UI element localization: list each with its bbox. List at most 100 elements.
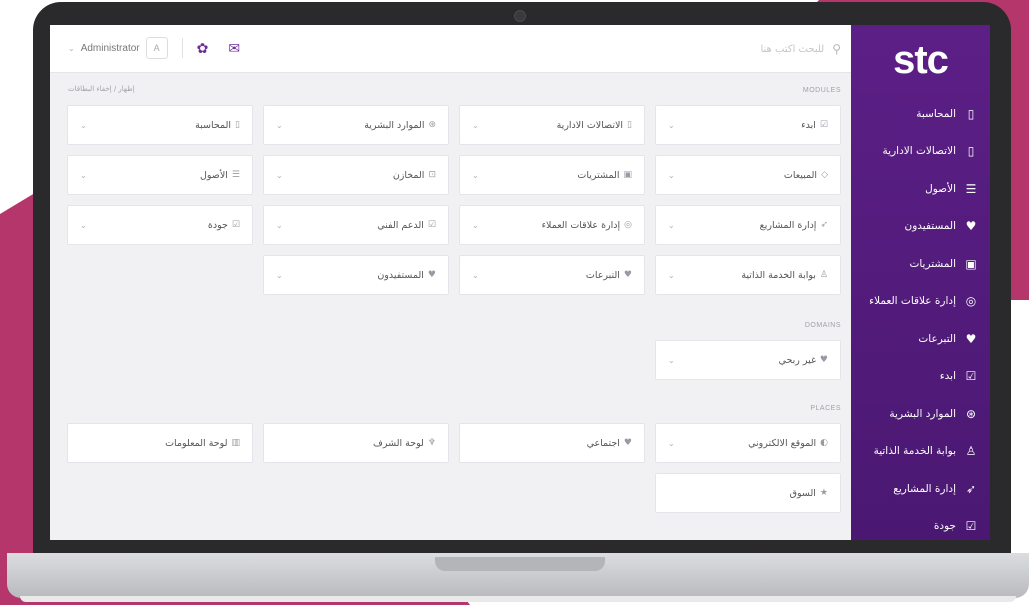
module-card[interactable]: ▥ لوحة المعلومات xyxy=(67,423,253,463)
sidebar-item[interactable]: ➶ إدارة المشاريع xyxy=(851,470,990,508)
chevron-down-icon[interactable]: ⌄ xyxy=(276,171,283,180)
card-label: المستفيدون xyxy=(377,269,424,281)
card-label-group: ➶ إدارة المشاريع xyxy=(760,220,828,231)
module-card[interactable]: ➶ إدارة المشاريع ⌄ xyxy=(655,205,841,245)
card-label-group: ◎ إدارة علاقات العملاء xyxy=(542,220,632,231)
chevron-down-icon[interactable]: ⌄ xyxy=(472,121,479,130)
chevron-down-icon[interactable]: ⌄ xyxy=(668,221,675,230)
search-input[interactable] xyxy=(644,43,825,55)
module-card[interactable]: ⊛ الموارد البشرية ⌄ xyxy=(263,105,449,145)
module-card[interactable]: ☑ ابدء ⌄ xyxy=(655,105,841,145)
user-name[interactable]: Administrator xyxy=(81,43,140,54)
sidebar-item[interactable]: ♥ المستفيدون xyxy=(851,208,990,246)
chevron-down-icon[interactable]: ⌄ xyxy=(668,356,675,365)
sidebar-item[interactable]: ▣ المشتريات xyxy=(851,245,990,283)
chevron-down-icon[interactable]: ⌄ xyxy=(80,121,87,130)
search-box[interactable]: ⚲ xyxy=(611,37,841,61)
sidebar-item[interactable]: ♙ بوابة الخدمة الذاتية xyxy=(851,433,990,471)
card-label: المحاسبة xyxy=(195,119,232,131)
chevron-down-icon[interactable]: ⌄ xyxy=(472,221,479,230)
sidebar-item-label: جودة xyxy=(933,520,956,533)
breadcrumb[interactable]: إظهار / إخفاء البطاقات xyxy=(68,85,135,93)
checkbox-icon: ☑ xyxy=(427,220,436,230)
chevron-down-icon[interactable]: ⌄ xyxy=(80,171,87,180)
search-icon[interactable]: ⚲ xyxy=(832,42,841,56)
card-label: لوحة المعلومات xyxy=(165,437,228,449)
database-icon: ☰ xyxy=(965,181,977,196)
chevron-down-icon[interactable]: ⌄ xyxy=(276,221,283,230)
main-area: ⚲ ⌄ Administrator A ✿ ✉ إظهار / إخفاء ال… xyxy=(50,25,851,540)
chevron-down-icon[interactable]: ⌄ xyxy=(276,121,283,130)
card-label: إدارة المشاريع xyxy=(759,219,817,231)
card-label-group: ⊡ المخازن xyxy=(393,170,436,181)
chevron-down-icon[interactable]: ⌄ xyxy=(276,271,283,280)
sidebar-item[interactable]: ☑ ابدء xyxy=(851,358,990,396)
card-label: الموارد البشرية xyxy=(364,119,425,131)
chevron-down-icon[interactable]: ⌄ xyxy=(668,121,675,130)
tablet-icon: ▯ xyxy=(627,120,632,130)
chevron-down-icon[interactable]: ⌄ xyxy=(668,271,675,280)
podcast-icon: ◎ xyxy=(624,220,632,230)
chevron-down-icon[interactable]: ⌄ xyxy=(668,171,675,180)
heart-icon: ♥ xyxy=(819,355,828,365)
card-label: الدعم الفني xyxy=(377,219,424,231)
card-label-group: ♥ المستفيدون xyxy=(377,270,436,281)
module-card[interactable]: ☑ الدعم الفني ⌄ xyxy=(263,205,449,245)
module-card[interactable]: ♥ غير ربحي ⌄ xyxy=(655,340,841,380)
tablet-icon: ▯ xyxy=(235,120,240,130)
mail-icon[interactable]: ✉ xyxy=(228,40,240,57)
trophy-icon: ♆ xyxy=(427,438,436,448)
chevron-down-icon[interactable]: ⌄ xyxy=(472,171,479,180)
heart-icon: ♥ xyxy=(965,219,977,234)
module-card[interactable]: ♥ التبرعات ⌄ xyxy=(459,255,645,295)
users-circle-icon: ⊛ xyxy=(965,406,977,421)
chevron-down-icon[interactable]: ⌄ xyxy=(472,271,479,280)
module-card[interactable]: ♥ المستفيدون ⌄ xyxy=(263,255,449,295)
module-card[interactable]: ★ السوق xyxy=(655,473,841,513)
module-card[interactable]: ♥ اجتماعي xyxy=(459,423,645,463)
chevron-down-icon[interactable]: ⌄ xyxy=(80,221,87,230)
module-card[interactable]: ▣ المشتريات ⌄ xyxy=(459,155,645,195)
module-card[interactable]: ⊡ المخازن ⌄ xyxy=(263,155,449,195)
card-label: المبيعات xyxy=(783,169,818,181)
sidebar-item-label: المستفيدون xyxy=(904,220,957,233)
bug-icon[interactable]: ✿ xyxy=(197,40,209,57)
sidebar-item[interactable]: ⊛ الموارد البشرية xyxy=(851,395,990,433)
module-card[interactable]: ◎ إدارة علاقات العملاء ⌄ xyxy=(459,205,645,245)
module-card[interactable]: ☰ الأصول ⌄ xyxy=(67,155,253,195)
module-card[interactable]: ◐ الموقع الالكتروني ⌄ xyxy=(655,423,841,463)
card-label: المخازن xyxy=(392,169,425,181)
sidebar-item[interactable]: ▯ المحاسبة xyxy=(851,95,990,133)
sidebar-item[interactable]: ♥ التبرعات xyxy=(851,320,990,358)
module-card[interactable]: ☑ جودة ⌄ xyxy=(67,205,253,245)
module-card[interactable]: ▯ الاتصالات الادارية ⌄ xyxy=(459,105,645,145)
chevron-down-icon[interactable]: ⌄ xyxy=(668,439,675,448)
card-label: الأصول xyxy=(199,169,228,181)
sidebar-item[interactable]: ☑ جودة xyxy=(851,508,990,541)
sidebar-item-label: المحاسبة xyxy=(916,107,956,120)
card-label-group: ♙ بوابة الخدمة الذاتية xyxy=(741,270,828,281)
star-icon: ★ xyxy=(819,488,828,498)
module-card[interactable]: ♙ بوابة الخدمة الذاتية ⌄ xyxy=(655,255,841,295)
sidebar-item[interactable]: ◎ إدارة علاقات العملاء xyxy=(851,283,990,321)
avatar[interactable]: A xyxy=(145,37,168,59)
module-card[interactable]: ♆ لوحة الشرف xyxy=(263,423,449,463)
card-label: ابدء xyxy=(801,119,816,131)
sidebar-item-label: ابدء xyxy=(939,370,956,383)
sidebar-item-label: المشتريات xyxy=(909,257,956,270)
chevron-down-icon[interactable]: ⌄ xyxy=(68,44,75,53)
module-card[interactable]: ▯ المحاسبة ⌄ xyxy=(67,105,253,145)
checkbox-icon: ☑ xyxy=(231,220,240,230)
sidebar-item[interactable]: ▯ الاتصالات الادارية xyxy=(851,133,990,171)
briefcase-icon: ▣ xyxy=(965,256,977,271)
heart-icon: ♥ xyxy=(427,270,436,280)
card-label: غير ربحي xyxy=(778,354,816,366)
card-label-group: ◐ الموقع الالكتروني xyxy=(748,438,828,449)
bar-chart-icon: ▥ xyxy=(231,438,240,448)
sidebar-item[interactable]: ☰ الأصول xyxy=(851,170,990,208)
card-label-group: ☑ ابدء xyxy=(801,120,828,131)
module-card[interactable]: ◇ المبيعات ⌄ xyxy=(655,155,841,195)
sidebar-nav: ▯ المحاسبة ▯ الاتصالات الادارية ☰ الأصول ♥ المس… xyxy=(851,95,990,540)
sidebar-item-label: إدارة المشاريع xyxy=(893,482,956,495)
sidebar-item-label: إدارة علاقات العملاء xyxy=(869,295,956,308)
